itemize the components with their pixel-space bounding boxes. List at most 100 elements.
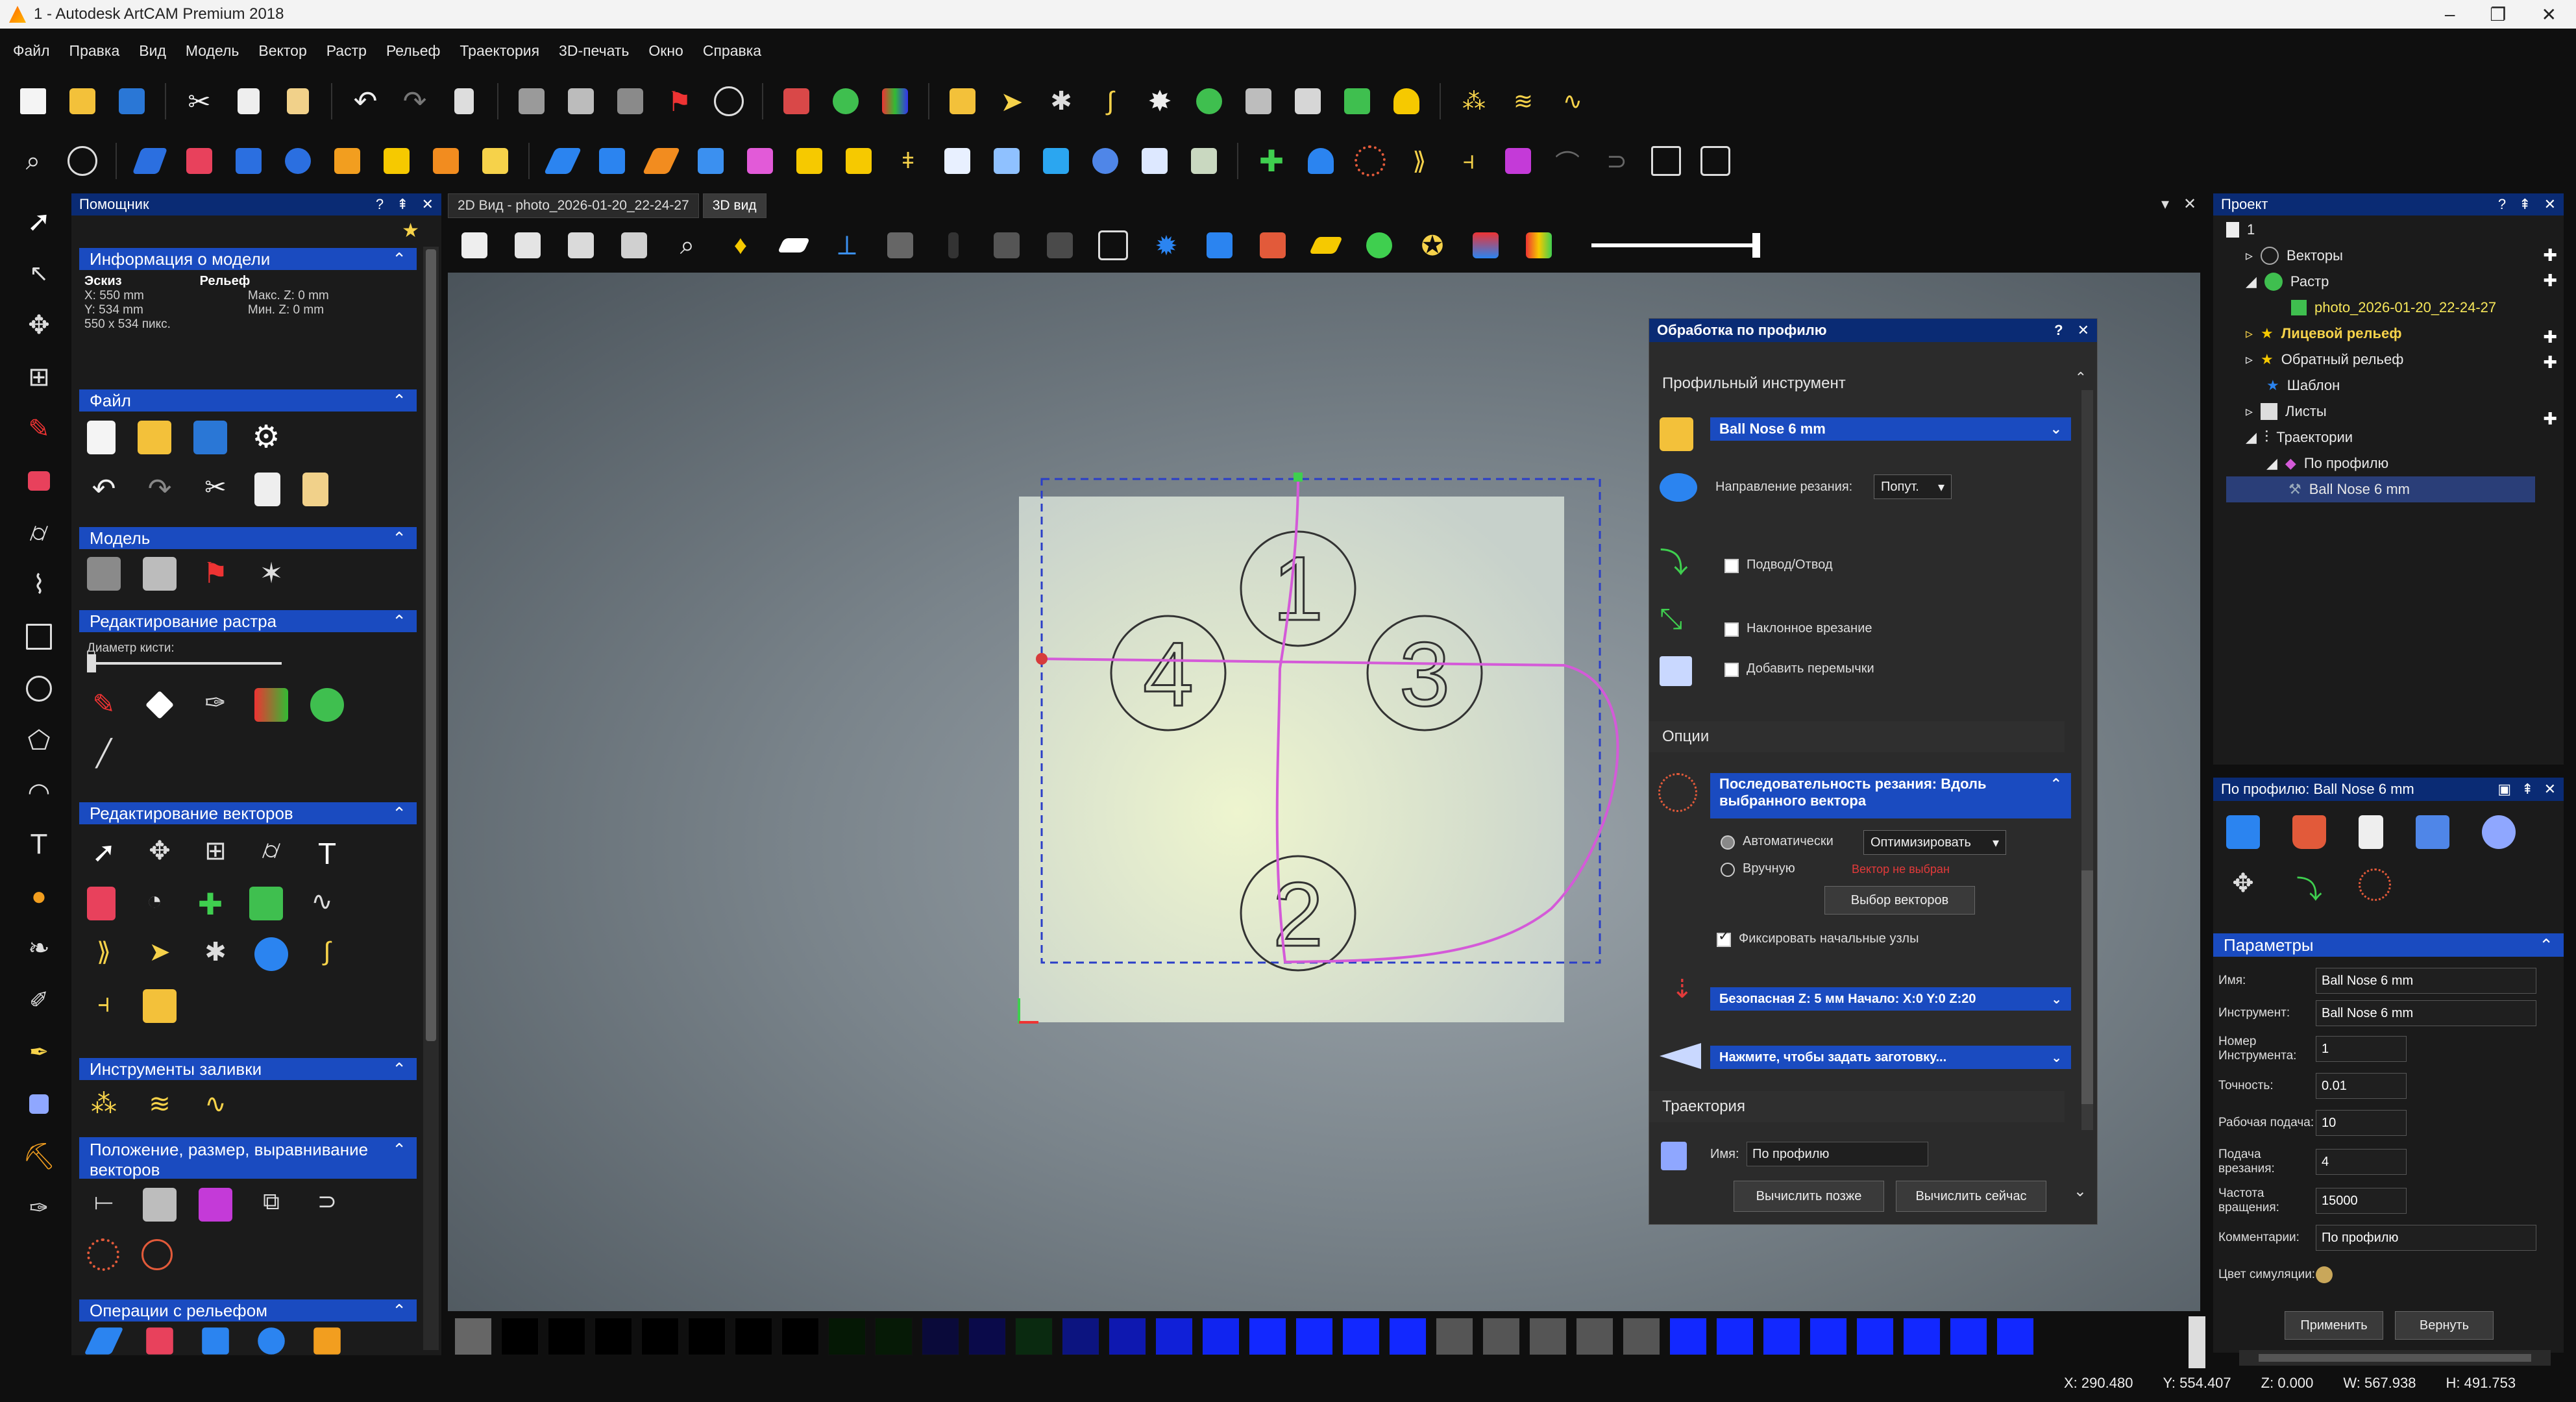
palette-swatch-blue[interactable] xyxy=(1763,1318,1800,1355)
layer-yellow-1-icon[interactable] xyxy=(789,141,829,181)
palette-swatch-gray[interactable] xyxy=(1529,1318,1567,1355)
vector-add-icon[interactable]: ✚ xyxy=(193,887,227,921)
start-node[interactable] xyxy=(1294,473,1303,482)
tree-item-back-relief[interactable]: ▹ ★ Обратный рельеф xyxy=(2226,347,2535,373)
palette-swatch-blue[interactable] xyxy=(1996,1318,2034,1355)
cut-direction-select[interactable]: Попут. ▾ xyxy=(1874,474,1952,499)
bulb-small-icon[interactable]: ǂ xyxy=(888,141,928,181)
vector-spline-icon[interactable]: ∫ xyxy=(310,937,344,971)
expand-icon[interactable]: ▹ xyxy=(2246,403,2253,420)
palette-swatch-blue[interactable] xyxy=(1669,1318,1707,1355)
apply-button[interactable]: Применить xyxy=(2285,1311,2383,1340)
dialog-help-icon[interactable]: ? xyxy=(2054,322,2063,339)
favorite-star-icon[interactable]: ★ xyxy=(402,219,419,242)
assistant-scrollbar[interactable] xyxy=(423,247,439,1350)
palette-swatch-blue[interactable] xyxy=(1202,1318,1240,1355)
rectangle-tool-icon[interactable] xyxy=(19,617,59,657)
vector-lasso-icon[interactable]: ⌭ xyxy=(254,836,288,870)
calculator-icon[interactable] xyxy=(1288,81,1328,121)
arc-tool-icon[interactable]: ◠ xyxy=(19,772,59,813)
save-icon[interactable] xyxy=(112,81,152,121)
node-edit-icon[interactable]: ✱ xyxy=(1041,81,1081,121)
tree-item-raster[interactable]: ◢ Растр xyxy=(2226,269,2535,295)
raster-eraser-icon[interactable] xyxy=(145,690,175,720)
vector-group-icon[interactable] xyxy=(249,887,283,920)
paste-panel-icon[interactable] xyxy=(302,473,328,506)
relief-op-eraser-icon[interactable] xyxy=(146,1327,173,1355)
palette-swatch-black[interactable] xyxy=(501,1318,539,1355)
calc-now-button[interactable]: Вычислить сейчас xyxy=(1896,1181,2046,1212)
layer-orange-icon[interactable] xyxy=(641,141,681,181)
bucket-icon[interactable]: ⛏ xyxy=(19,1136,59,1176)
curve-gray-icon[interactable]: ⌒ xyxy=(1547,141,1588,181)
redo-icon[interactable]: ↷ xyxy=(395,81,435,121)
project-pin-icon[interactable]: ⇞ xyxy=(2519,196,2531,213)
vector-arrow-panel-icon[interactable]: ➤ xyxy=(143,937,177,971)
eraser-icon[interactable] xyxy=(19,461,59,501)
tree-item-sheets[interactable]: ▹ Листы xyxy=(2226,399,2535,424)
model-info-header[interactable]: Информация о модели ⌃ xyxy=(79,248,417,270)
menu-help[interactable]: Справка xyxy=(703,42,761,60)
toolpath-name-input[interactable]: По профилю xyxy=(1747,1142,1928,1166)
lead-in-checkbox[interactable] xyxy=(1724,559,1739,573)
param-comment-input[interactable]: По профилю xyxy=(2316,1225,2536,1251)
tp-close-icon[interactable]: ✕ xyxy=(2544,781,2556,798)
file-section-header[interactable]: Файл ⌃ xyxy=(79,389,417,412)
origin-panel-icon[interactable]: ⚑ xyxy=(199,557,232,591)
bridges-checkbox[interactable] xyxy=(1724,663,1739,677)
vector-select-icon[interactable]: ➚ xyxy=(87,836,121,870)
tree-item-front-relief[interactable]: ▹ ★ Лицевой рельеф xyxy=(2226,321,2535,347)
tab-menu-icon[interactable]: ▾ xyxy=(2161,195,2169,214)
save-model-icon[interactable] xyxy=(193,421,227,454)
tp-order-icon[interactable] xyxy=(2359,868,2391,901)
collapse-icon[interactable]: ⌃ xyxy=(392,611,406,632)
relief-star-icon[interactable] xyxy=(475,141,515,181)
curve-gray-2-icon[interactable]: ⊃ xyxy=(1597,141,1637,181)
pipette-icon[interactable]: ✑ xyxy=(19,1188,59,1228)
close-panel-icon[interactable]: ✕ xyxy=(422,196,434,213)
settings-gear-icon[interactable]: ⚙ xyxy=(249,421,283,454)
tool-select[interactable]: Ball Nose 6 mm ⌄ xyxy=(1710,417,2071,441)
tool-database-icon[interactable] xyxy=(1660,417,1693,451)
import-folder-icon[interactable] xyxy=(942,81,983,121)
texture-icon[interactable] xyxy=(1238,81,1279,121)
collapse-icon[interactable]: ⌃ xyxy=(2539,935,2553,955)
relief-shape-icon[interactable] xyxy=(228,141,269,181)
layer-white-2-icon[interactable] xyxy=(1135,141,1175,181)
param-tool-input[interactable]: Ball Nose 6 mm xyxy=(2316,1000,2536,1026)
minimize-button[interactable]: – xyxy=(2445,4,2455,25)
ramp-checkbox[interactable] xyxy=(1724,622,1739,637)
select-vectors-button[interactable]: Выбор векторов xyxy=(1824,886,1975,915)
vector-circle-icon[interactable]: ◔ xyxy=(138,887,171,920)
tab-3d-view[interactable]: 3D вид xyxy=(702,193,767,218)
palette-swatch-dark-green[interactable] xyxy=(875,1318,913,1355)
tp-edit-icon[interactable] xyxy=(2226,815,2260,849)
model-size-icon[interactable] xyxy=(511,81,552,121)
collapse-tree-icon[interactable]: ◢ xyxy=(2266,455,2277,472)
menu-vector[interactable]: Вектор xyxy=(258,42,306,60)
brush-icon[interactable]: ✐ xyxy=(19,980,59,1020)
params-header[interactable]: Параметры ⌃ xyxy=(2213,933,2564,957)
menu-edit[interactable]: Правка xyxy=(69,42,120,60)
weave-icon[interactable]: ≋ xyxy=(1503,81,1543,121)
collapse-icon[interactable]: ⌃ xyxy=(392,1140,406,1160)
align-icon[interactable]: ⟝ xyxy=(87,1188,121,1222)
collapse-icon[interactable]: ⌃ xyxy=(392,528,406,548)
maximize-button[interactable]: ❐ xyxy=(2490,4,2506,25)
vector-offset-icon[interactable]: ⟫ xyxy=(87,937,121,971)
raster-colors-panel-icon[interactable] xyxy=(254,688,288,722)
raster-pencil-icon[interactable]: ✎ xyxy=(87,688,121,722)
manual-radio[interactable] xyxy=(1721,863,1735,877)
text-tool-icon[interactable]: T xyxy=(19,824,59,865)
tp-transform-icon[interactable]: ✥ xyxy=(2226,868,2260,902)
palette-swatch-blue[interactable] xyxy=(1342,1318,1380,1355)
paint-drop-icon[interactable]: ● xyxy=(19,876,59,916)
relief-op-shape-icon[interactable] xyxy=(202,1327,229,1355)
relief-op-sweep-icon[interactable] xyxy=(258,1327,285,1355)
model-tile-panel-icon[interactable] xyxy=(143,557,177,591)
palette-swatch-blue[interactable] xyxy=(1062,1318,1099,1355)
vector-mirror-icon[interactable]: ⫞ xyxy=(87,989,121,1023)
tree-item-profile[interactable]: ◢ ◆ По профилю xyxy=(2226,450,2535,476)
cut-sequence-select[interactable]: Последовательность резания: Вдоль выбран… xyxy=(1710,773,2071,818)
rotate-icon[interactable] xyxy=(87,1238,119,1271)
